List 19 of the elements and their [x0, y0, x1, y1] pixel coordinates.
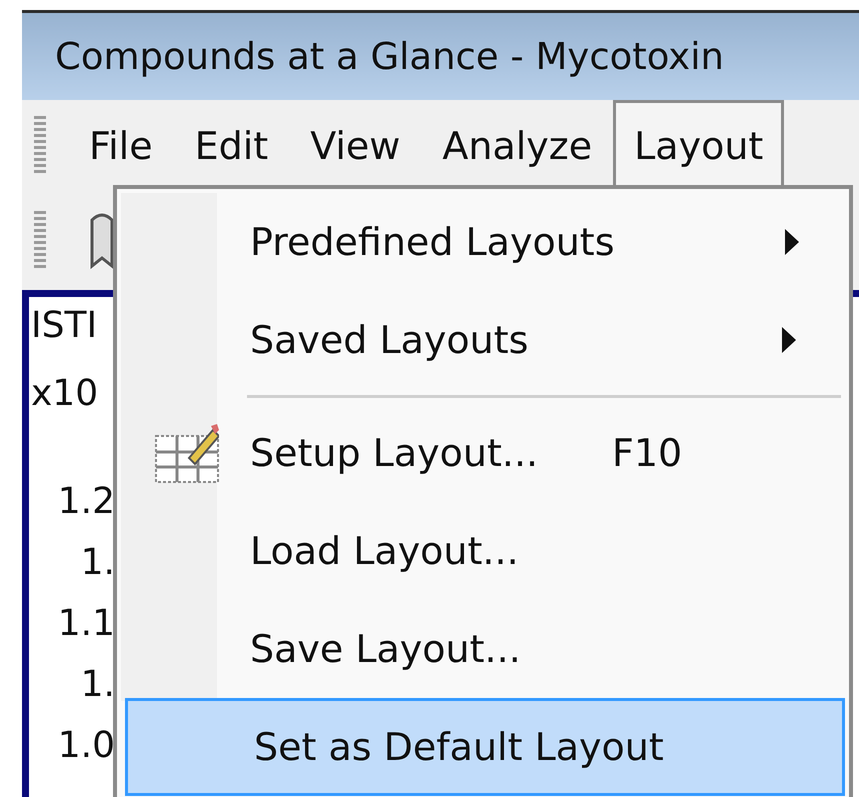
- grid-pencil-icon: [155, 422, 219, 484]
- grip-handle[interactable]: [34, 211, 46, 269]
- grip-handle[interactable]: [34, 116, 46, 174]
- axis-tick-label: 1.: [80, 542, 115, 585]
- submenu-arrow-icon: [782, 327, 796, 353]
- window-title: Compounds at a Glance - Mycotoxin: [22, 13, 859, 100]
- axis-tick-label: 1.2: [56, 481, 115, 524]
- menu-item[interactable]: Save Layout...: [121, 600, 845, 698]
- axis-exponent: x10: [31, 373, 100, 416]
- menu-item[interactable]: Load Layout...: [121, 502, 845, 600]
- axis-tick-label: 1.1: [56, 603, 115, 646]
- axis-tick-label: 1.: [80, 664, 115, 707]
- axis-tick-label: 1.0: [56, 725, 115, 768]
- menu-item[interactable]: Set as Default Layout: [125, 698, 845, 796]
- submenu-arrow-icon: [784, 229, 798, 255]
- menu-item[interactable]: Saved Layouts: [121, 291, 845, 389]
- menu-item[interactable]: Setup Layout... F10: [121, 404, 845, 502]
- plot-title: ISTI: [31, 305, 98, 348]
- menu-item[interactable]: Predefined Layouts: [121, 193, 845, 291]
